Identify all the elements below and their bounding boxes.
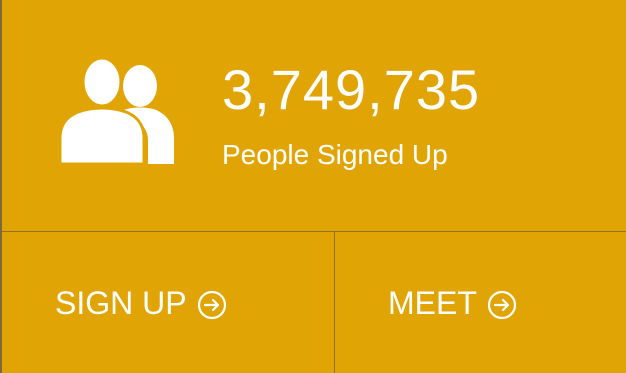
signup-count: 3,749,735 (222, 58, 481, 121)
meet-button[interactable]: MEET (335, 232, 626, 373)
signup-stats-widget: 3,749,735 People Signed Up SIGN UP MEET (0, 0, 626, 373)
stats-panel: 3,749,735 People Signed Up (2, 0, 626, 232)
action-bar: SIGN UP MEET (2, 232, 626, 373)
sign-up-button[interactable]: SIGN UP (2, 232, 334, 373)
people-icon (58, 56, 174, 166)
signup-count-label: People Signed Up (222, 139, 448, 170)
sign-up-label: SIGN UP (55, 284, 187, 321)
arrow-circle-right-icon (197, 290, 226, 319)
arrow-circle-right-icon (487, 290, 516, 319)
meet-label: MEET (388, 284, 477, 321)
